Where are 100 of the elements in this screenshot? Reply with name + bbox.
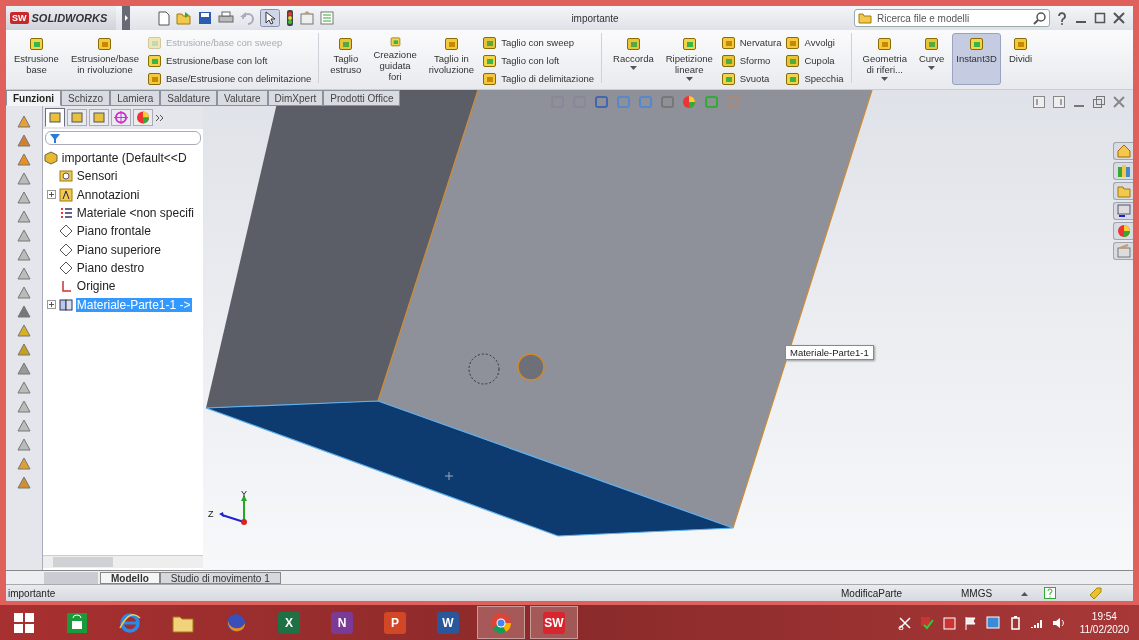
ribbon-button[interactable]: Specchia: [785, 71, 844, 86]
list-icon[interactable]: [320, 11, 336, 25]
command-tab[interactable]: Prodotti Office: [323, 90, 401, 106]
ribbon-button[interactable]: Creazione guidata fori: [369, 33, 421, 85]
select-pointer-icon[interactable]: [260, 9, 280, 27]
taskbar-app[interactable]: N: [318, 606, 366, 639]
tool-icon[interactable]: [15, 437, 32, 452]
panel-tab[interactable]: [44, 108, 65, 127]
home-icon[interactable]: [1116, 144, 1131, 158]
ribbon-button[interactable]: Taglio con loft: [482, 53, 595, 68]
tool-icon[interactable]: [15, 304, 32, 319]
ribbon-button[interactable]: Taglio con sweep: [482, 35, 595, 50]
view-tool-icon[interactable]: [594, 95, 610, 109]
ribbon-button[interactable]: Instant3D: [952, 33, 1001, 85]
command-tab[interactable]: DimXpert: [267, 90, 324, 106]
tile-right-icon[interactable]: [1053, 96, 1065, 108]
tool-icon[interactable]: [15, 190, 32, 205]
filter-field[interactable]: [44, 131, 201, 145]
tree-item[interactable]: Materiale <non specifi: [75, 206, 195, 221]
tree-item[interactable]: Piano frontale: [75, 224, 152, 239]
close-icon[interactable]: [1113, 96, 1125, 108]
traffic-light-icon[interactable]: [286, 10, 294, 26]
ribbon-button[interactable]: Ripetizione lineare: [661, 33, 717, 85]
expand-icon[interactable]: [46, 300, 56, 309]
tool-icon[interactable]: [15, 456, 32, 471]
command-tab[interactable]: Valutare: [217, 90, 268, 106]
appearance-icon[interactable]: [682, 95, 698, 109]
model-tab[interactable]: Studio di movimento 1: [159, 572, 281, 584]
command-tab[interactable]: Funzioni: [6, 90, 62, 106]
tree-item[interactable]: importante (Default<<D: [42, 149, 203, 168]
taskbar-app[interactable]: P: [371, 606, 419, 639]
tool-icon[interactable]: [15, 171, 32, 186]
panel-tab[interactable]: [88, 109, 109, 126]
ribbon-button[interactable]: Base/Estrusione con delimitazione: [147, 71, 312, 86]
tree-item[interactable]: Origine: [75, 279, 117, 294]
ribbon-button[interactable]: Curve: [914, 33, 949, 85]
clock[interactable]: 19:54 11/02/2020: [1079, 609, 1129, 636]
restore-icon[interactable]: [1093, 96, 1105, 108]
ribbon-button[interactable]: Svuota: [720, 71, 782, 86]
library-icon[interactable]: [1116, 164, 1131, 178]
ribbon-button[interactable]: Estrusione base: [10, 33, 63, 85]
tool-icon[interactable]: [15, 266, 32, 281]
tool-icon[interactable]: [15, 209, 32, 224]
command-tab[interactable]: Lamiera: [110, 90, 161, 106]
model-tab[interactable]: Modello: [100, 572, 160, 584]
ribbon-button[interactable]: Geometria di riferi...: [858, 33, 911, 85]
ribbon-button[interactable]: Estrusione/base con loft: [147, 53, 312, 68]
taskbar-app[interactable]: X: [265, 606, 313, 639]
tag-icon[interactable]: [1088, 586, 1102, 600]
ribbon-button[interactable]: Taglio di delimitazione: [482, 71, 595, 86]
ribbon-button[interactable]: Dividi: [1004, 33, 1037, 85]
search-input[interactable]: Ricerca file e modelli: [875, 11, 1030, 25]
save-icon[interactable]: [198, 11, 212, 25]
tool-icon[interactable]: [15, 399, 32, 414]
ribbon-button[interactable]: Taglio in rivoluzione: [424, 33, 479, 85]
folder-icon[interactable]: [1116, 184, 1131, 198]
close-icon[interactable]: [1113, 12, 1125, 24]
custom-properties-icon[interactable]: [1116, 244, 1131, 258]
more-chevron-icon[interactable]: [154, 112, 165, 123]
appearance-icon[interactable]: [1116, 224, 1131, 238]
ribbon-button[interactable]: Estrusione/base in rivoluzione: [66, 33, 143, 85]
open-folder-icon[interactable]: [176, 11, 192, 25]
view-palette-icon[interactable]: [1116, 204, 1131, 218]
tool-icon[interactable]: [15, 228, 32, 243]
check-icon[interactable]: [919, 615, 934, 630]
caret-up-icon[interactable]: [1021, 590, 1028, 596]
ribbon-button[interactable]: Cupola: [785, 53, 844, 68]
maximize-icon[interactable]: [1094, 12, 1106, 24]
ribbon-button[interactable]: Nervatura: [720, 35, 782, 50]
print-icon[interactable]: [218, 11, 234, 25]
tree-item[interactable]: Piano destro: [75, 260, 146, 275]
tool-icon[interactable]: [15, 342, 32, 357]
flag-icon[interactable]: [963, 615, 978, 630]
command-tab[interactable]: Saldature: [160, 90, 218, 106]
panel-tab[interactable]: [110, 109, 131, 126]
speaker-icon[interactable]: [1051, 615, 1066, 630]
tool-icon[interactable]: [15, 380, 32, 395]
tool-icon[interactable]: [15, 152, 32, 167]
tile-left-icon[interactable]: [1033, 96, 1045, 108]
tree-item[interactable]: Sensori: [75, 169, 119, 184]
ribbon-button[interactable]: Raccorda: [609, 33, 658, 85]
tool-icon[interactable]: [15, 361, 32, 376]
tree-item[interactable]: Piano superiore: [75, 242, 162, 257]
tool-icon[interactable]: [15, 114, 32, 129]
panel-tab[interactable]: [66, 109, 87, 126]
ribbon-button[interactable]: Taglio estruso: [326, 33, 366, 85]
options-icon[interactable]: [300, 11, 314, 25]
new-document-icon[interactable]: [158, 10, 170, 26]
tool-icon[interactable]: [15, 133, 32, 148]
monitor-icon[interactable]: [985, 615, 1000, 630]
horizontal-scrollbar[interactable]: [42, 555, 203, 568]
taskbar-app[interactable]: W: [424, 606, 472, 639]
ribbon-button[interactable]: Avvolgi: [785, 35, 844, 50]
tree-item[interactable]: Annotazioni: [75, 187, 141, 202]
tool-icon[interactable]: [15, 323, 32, 338]
tool-icon[interactable]: [15, 247, 32, 262]
command-tab[interactable]: Schizzo: [61, 90, 111, 106]
tool-icon[interactable]: [15, 285, 32, 300]
undo-icon[interactable]: [240, 11, 254, 25]
panel-tab[interactable]: [132, 109, 153, 126]
